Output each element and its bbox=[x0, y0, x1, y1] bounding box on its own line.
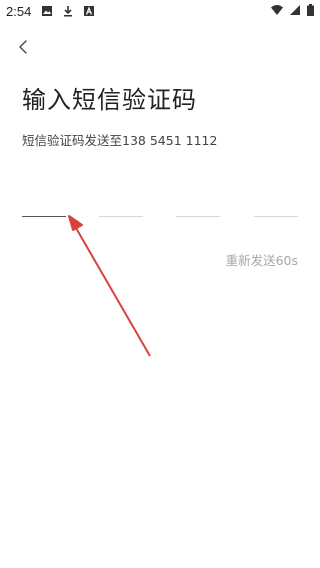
page-title: 输入短信验证码 bbox=[22, 86, 197, 114]
verification-code-input[interactable] bbox=[22, 200, 298, 220]
code-slot-1[interactable] bbox=[22, 216, 66, 217]
image-icon bbox=[42, 6, 53, 16]
signal-icon bbox=[290, 5, 300, 15]
code-slot-2[interactable] bbox=[99, 216, 143, 217]
status-system-icons bbox=[271, 4, 314, 16]
chevron-left-icon bbox=[19, 40, 27, 54]
resend-countdown: 重新发送60s bbox=[225, 253, 298, 268]
code-slot-3[interactable] bbox=[176, 216, 220, 217]
a-box-icon bbox=[84, 6, 95, 16]
code-slot-4[interactable] bbox=[254, 216, 298, 217]
status-time: 2:54 bbox=[6, 3, 32, 19]
status-notification-icons bbox=[41, 5, 95, 17]
battery-icon bbox=[307, 4, 314, 16]
phone-hint: 短信验证码发送至138 5451 1112 bbox=[22, 133, 218, 148]
download-icon bbox=[64, 6, 73, 17]
status-bar: 2:54 bbox=[0, 0, 320, 22]
back-button[interactable] bbox=[12, 36, 34, 58]
wifi-icon bbox=[271, 5, 283, 15]
